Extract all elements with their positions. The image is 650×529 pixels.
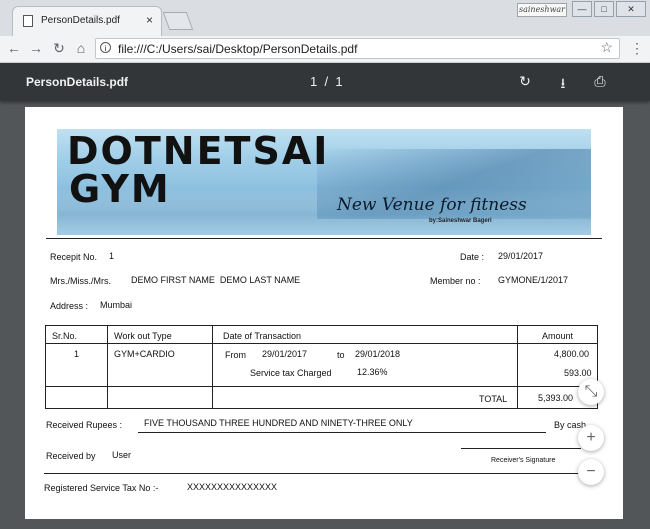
total-label: TOTAL xyxy=(479,394,508,404)
total-amount: 5,393.00 xyxy=(538,393,574,403)
zoom-in-icon[interactable]: + xyxy=(578,425,604,451)
home-icon[interactable]: ⌂ xyxy=(73,40,89,56)
page-indicator: 1 / 1 xyxy=(310,74,343,89)
url-text[interactable]: file:///C:/Users/sai/Desktop/PersonDetai… xyxy=(118,42,357,56)
banner-byline: by:Saineshwar Bageri xyxy=(429,218,492,224)
address-label: Address : xyxy=(50,301,89,311)
zoom-out-icon[interactable]: − xyxy=(578,459,604,485)
table-col-divider xyxy=(212,326,213,408)
date-label: Date : xyxy=(460,252,485,262)
pdf-title: PersonDetails.pdf xyxy=(26,75,129,89)
maximize-button[interactable]: □ xyxy=(594,1,614,17)
row-sr-no: 1 xyxy=(74,349,80,359)
address-bar[interactable]: i file:///C:/Users/sai/Desktop/PersonDet… xyxy=(95,38,620,59)
header-sr-no: Sr.No. xyxy=(52,331,78,341)
window-close-button[interactable]: ✕ xyxy=(616,1,646,17)
address-value: Mumbai xyxy=(100,300,133,310)
forward-arrow-icon[interactable]: → xyxy=(28,40,44,56)
back-arrow-icon[interactable]: ← xyxy=(6,40,22,56)
name-label: Mrs./Miss./Mrs. xyxy=(50,276,111,286)
browser-toolbar: ← → ↻ ⌂ i file:///C:/Users/sai/Desktop/P… xyxy=(0,36,650,63)
table-row-divider xyxy=(46,343,597,344)
header-workout-type: Work out Type xyxy=(114,331,172,341)
total-pages: 1 xyxy=(335,74,343,89)
receipt-no: 1 xyxy=(109,251,115,261)
date-value: 29/01/2017 xyxy=(498,251,544,261)
service-tax-label: Service tax Charged xyxy=(250,368,332,378)
tab-strip: PersonDetails.pdf × saineshwar — □ ✕ xyxy=(0,0,650,37)
pdf-page: DOTNETSAI GYM New Venue for fitness by:S… xyxy=(25,107,623,519)
header-divider xyxy=(46,238,602,239)
menu-dots-icon[interactable]: ⋮ xyxy=(630,40,644,57)
header-date-of-transaction: Date of Transaction xyxy=(223,331,302,341)
received-rupees-label: Received Rupees : xyxy=(46,420,123,430)
close-icon[interactable]: × xyxy=(146,13,153,27)
receipt-no-label: Recepit No. xyxy=(50,252,98,262)
footer-divider xyxy=(44,473,602,474)
profile-badge[interactable]: saineshwar xyxy=(517,3,567,17)
browser-tab[interactable]: PersonDetails.pdf × xyxy=(12,6,162,36)
reload-icon[interactable]: ↻ xyxy=(51,40,67,57)
table-col-divider xyxy=(107,326,108,408)
signature-label: Receiver's Signature xyxy=(491,457,556,464)
table-col-divider xyxy=(517,326,518,408)
amount-underline xyxy=(138,432,546,433)
rotate-icon[interactable]: ↻ xyxy=(517,73,533,90)
minimize-button[interactable]: — xyxy=(572,1,592,17)
current-page[interactable]: 1 xyxy=(310,74,317,89)
fit-to-page-icon[interactable]: ⤡ xyxy=(578,379,604,405)
download-icon[interactable]: ⭳ xyxy=(555,73,571,97)
tab-title: PersonDetails.pdf xyxy=(41,15,120,26)
to-date: 29/01/2018 xyxy=(355,349,401,359)
member-no-label: Member no : xyxy=(430,276,481,286)
row-amount: 4,800.00 xyxy=(554,349,590,359)
new-tab-button[interactable] xyxy=(162,12,194,30)
signature-line xyxy=(461,448,581,449)
document-icon xyxy=(23,15,33,27)
member-name: DEMO FIRST NAME DEMO LAST NAME xyxy=(131,275,301,285)
table-row-divider xyxy=(46,386,597,387)
row-workout: GYM+CARDIO xyxy=(114,349,175,359)
received-by-label: Received by xyxy=(46,451,96,461)
amount-in-words: FIVE THOUSAND THREE HUNDRED AND NINETY-T… xyxy=(144,418,413,428)
transaction-table: Sr.No. Work out Type Date of Transaction… xyxy=(45,325,598,409)
service-tax-no: XXXXXXXXXXXXXXX xyxy=(187,482,278,492)
gym-banner: DOTNETSAI GYM New Venue for fitness by:S… xyxy=(57,129,591,235)
member-no: GYMONE/1/2017 xyxy=(498,275,569,285)
from-label: From xyxy=(225,350,246,360)
header-amount: Amount xyxy=(542,331,574,341)
print-icon[interactable]: ⎙ xyxy=(592,73,608,90)
bookmark-star-icon[interactable]: ☆ xyxy=(600,39,613,56)
pdf-toolbar: PersonDetails.pdf 1 / 1 ↻ ⭳ ⎙ xyxy=(0,63,650,101)
service-tax-rate: 12.36% xyxy=(357,367,388,377)
banner-line2: GYM xyxy=(69,167,171,211)
service-tax-amount: 593.00 xyxy=(564,368,592,378)
received-by-value: User xyxy=(112,450,132,460)
banner-tagline: New Venue for fitness xyxy=(337,195,527,215)
from-date: 29/01/2017 xyxy=(262,349,308,359)
to-label: to xyxy=(337,350,345,360)
info-icon[interactable]: i xyxy=(100,42,111,53)
page-separator: / xyxy=(324,74,329,89)
service-tax-no-label: Registered Service Tax No :- xyxy=(44,483,159,493)
